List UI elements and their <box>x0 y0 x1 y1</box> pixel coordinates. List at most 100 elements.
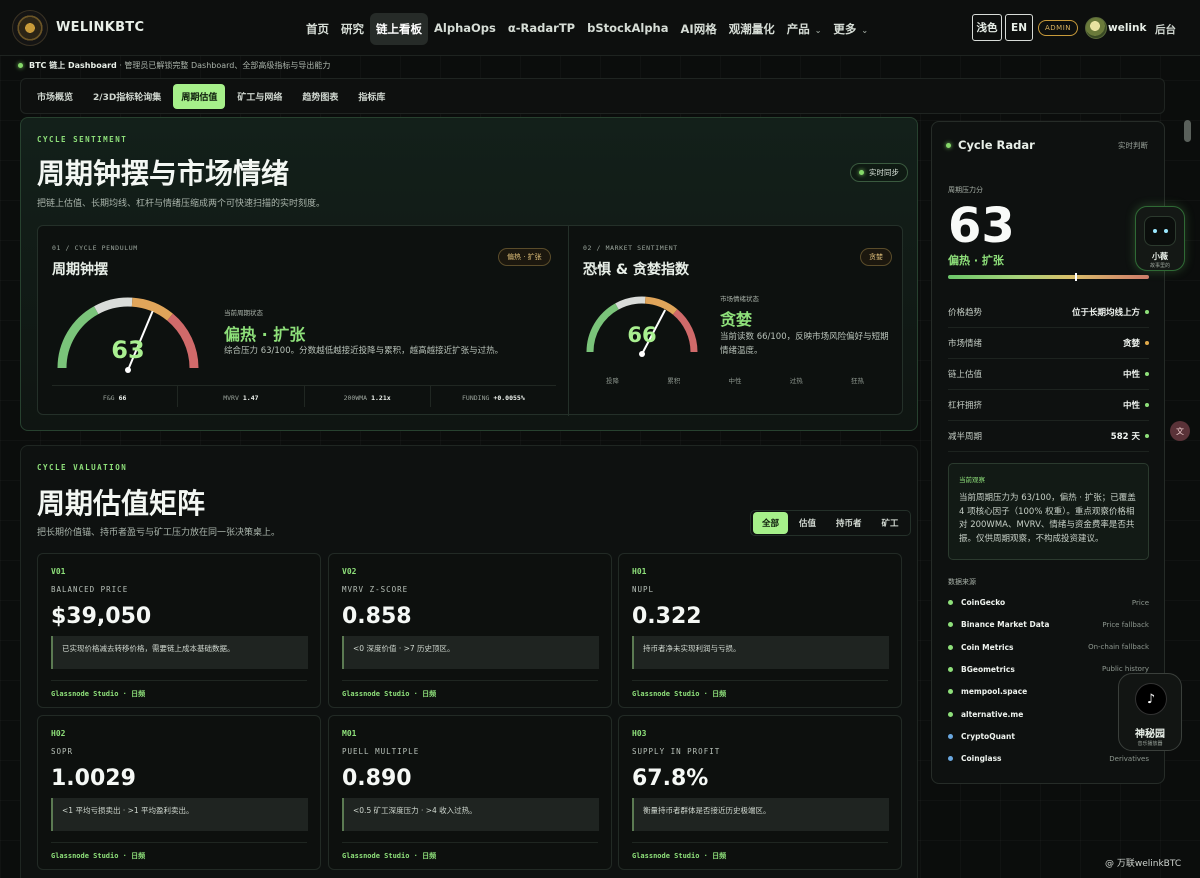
top-navbar: WELINKBTC 首页 研究 链上看板 AlphaOps α-RadarTP bStoc… <box>0 0 1200 56</box>
nav-item-2[interactable]: 链上看板 <box>370 13 428 45</box>
metric-code: V01 <box>51 567 66 576</box>
source-dot-icon <box>948 622 953 628</box>
indicator-label: 减半周期 <box>948 432 983 442</box>
tab-5[interactable]: 指标库 <box>350 84 393 109</box>
sentiment-subtitle: 把链上估值、长期均线、杠杆与情绪压缩成两个可快速扫描的实时刻度。 <box>37 199 326 209</box>
nav-item-3[interactable]: AlphaOps <box>428 13 502 45</box>
fng-state-label: 市场情绪状态 <box>720 295 759 303</box>
theme-toggle-button[interactable]: 浅色 <box>972 14 1002 41</box>
metric-value: 0.322 <box>632 604 702 629</box>
status-dot-icon <box>1145 341 1149 345</box>
metric-name: SUPPLY IN PROFIT <box>632 747 721 756</box>
metric-0: F&G 66 <box>52 386 179 407</box>
username[interactable]: welink <box>1108 22 1146 34</box>
page-scrollbar[interactable] <box>1184 120 1191 142</box>
metric-name: NUPL <box>632 585 655 594</box>
music-widget[interactable]: ♪ 神秘园 音乐播放器 <box>1118 673 1182 751</box>
tab-4[interactable]: 趋势图表 <box>294 84 346 109</box>
source-dot-icon <box>948 600 953 605</box>
pendulum-gauge-value: 63 <box>111 336 144 364</box>
assistant-widget[interactable]: 小薇 故事里的 <box>1135 206 1185 271</box>
cycle-score-state: 偏热 · 扩张 <box>948 254 1004 267</box>
filter-2[interactable]: 持币者 <box>827 512 871 534</box>
valuation-title: 周期估值矩阵 <box>37 487 206 520</box>
nav-item-7[interactable]: 观潮量化 <box>723 13 781 45</box>
metric-card-h01[interactable]: H01 NUPL 0.322 持币者净未实现利润与亏损。 Glassnode Studi… <box>618 553 902 708</box>
metric-card-m01[interactable]: M01 PUELL MULTIPLE 0.890 <0.5 矿工深度压力 · >4 收… <box>328 715 612 870</box>
source-row-1[interactable]: Binance Market Data Price fallback <box>948 620 1149 629</box>
nav-item-8[interactable]: 产品 ⌄ <box>781 13 828 45</box>
source-dot-icon <box>948 733 953 739</box>
nav-item-label: α-RadarTP <box>507 21 576 35</box>
nav-item-5[interactable]: bStockAlpha <box>581 13 674 45</box>
nav-item-label: AlphaOps <box>434 21 496 35</box>
fng-gauge-needle-pivot <box>639 351 645 357</box>
metric-key: FUNDING <box>462 394 490 402</box>
source-row-0[interactable]: CoinGecko Price <box>948 598 1149 607</box>
indicator-label: 市场情绪 <box>948 339 983 349</box>
sentiment-eyebrow: CYCLE SENTIMENT <box>37 135 128 144</box>
live-sync-badge[interactable]: 实时同步 <box>850 163 908 182</box>
metric-source: Glassnode Studio · 日频 <box>632 680 888 699</box>
language-button[interactable]: EN <box>1005 14 1033 41</box>
nav-item-6[interactable]: AI网格 <box>675 13 723 45</box>
radar-live-label: 实时判断 <box>1118 141 1148 150</box>
brand-name[interactable]: WELINKBTC <box>56 20 144 35</box>
tab-0[interactable]: 市场概览 <box>29 84 81 109</box>
metric-value: 66 <box>118 394 127 402</box>
robot-icon <box>1144 216 1176 246</box>
metric-card-v01[interactable]: V01 BALANCED PRICE $39,050 已实现价格减去转移价格，需要链上… <box>37 553 321 708</box>
tab-3[interactable]: 矿工与网络 <box>229 84 290 109</box>
brand-logo-icon[interactable] <box>12 10 48 46</box>
nav-item-9[interactable]: 更多 ⌄ <box>827 13 874 45</box>
source-name-text: BGeometrics <box>961 664 1015 674</box>
pendulum-gauge-needle-pivot <box>125 367 131 373</box>
source-name: Coin Metrics <box>948 643 1014 652</box>
breadcrumb-title: BTC 链上 Dashboard <box>29 61 117 70</box>
nav-item-label: bStockAlpha <box>587 21 669 35</box>
fng-gauge-arc-2 <box>644 296 678 315</box>
metric-card-h03[interactable]: H03 SUPPLY IN PROFIT 67.8% 衡量持币者群体是否接近历史极端区… <box>618 715 902 870</box>
filter-3[interactable]: 矿工 <box>873 512 908 534</box>
valuation-subtitle: 把长期价值锚、持币者盈亏与矿工压力放在同一张决策桌上。 <box>37 528 281 538</box>
pendulum-state-value: 偏热 · 扩张 <box>224 325 306 344</box>
assistant-name: 小薇 <box>1152 252 1168 261</box>
pendulum-gauge-arc-1 <box>94 297 133 315</box>
indicator-value: 中性 <box>1123 368 1149 380</box>
user-avatar[interactable] <box>1085 17 1107 39</box>
tab-1[interactable]: 2/3D指标轮询集 <box>85 84 169 109</box>
source-kind: On-chain fallback <box>1088 643 1149 652</box>
live-sync-label: 实时同步 <box>869 168 899 177</box>
pendulum-gauge-arc-0 <box>57 306 99 369</box>
filter-1[interactable]: 估值 <box>790 512 825 534</box>
backstage-link[interactable]: 后台 <box>1155 22 1176 37</box>
pendulum-metrics: F&G 66 MVRV 1.47 200WMA 1.21x FUNDING +0.0055% <box>52 385 556 407</box>
chevron-down-icon: ⌄ <box>814 26 822 35</box>
nav-item-4[interactable]: α-RadarTP <box>502 13 581 45</box>
breadcrumb-text: · 管理员已解锁完整 Dashboard、全部高级指标与导出能力 <box>119 61 331 70</box>
indicator-value-text: 贪婪 <box>1122 339 1140 349</box>
indicator-label: 链上估值 <box>948 370 983 380</box>
source-row-7[interactable]: Coinglass Derivatives <box>948 754 1149 763</box>
nav-item-1[interactable]: 研究 <box>335 13 370 45</box>
source-name: Coinglass <box>948 754 1002 763</box>
source-name-text: Coin Metrics <box>961 642 1014 652</box>
metric-note: <1 平均亏损卖出 · >1 平均盈利卖出。 <box>51 798 308 831</box>
metric-name: MVRV Z-SCORE <box>342 585 409 594</box>
nav-item-label: 更多 <box>833 22 857 36</box>
sentiment-title: 周期钟摆与市场情绪 <box>37 157 290 190</box>
nav-item-0[interactable]: 首页 <box>300 13 335 45</box>
admin-badge: ADMIN <box>1038 20 1079 36</box>
metric-card-v02[interactable]: V02 MVRV Z-SCORE 0.858 <0 深度价值 · >7 历史顶区。 Gl… <box>328 553 612 708</box>
source-row-3[interactable]: BGeometrics Public history <box>948 665 1149 674</box>
source-row-2[interactable]: Coin Metrics On-chain fallback <box>948 643 1149 652</box>
metric-value: 67.8% <box>632 766 709 791</box>
metric-code: M01 <box>342 729 357 738</box>
metric-source: Glassnode Studio · 日频 <box>342 680 598 699</box>
tab-2[interactable]: 周期估值 <box>173 83 226 109</box>
filter-0[interactable]: 全部 <box>753 512 789 534</box>
metric-note: <0.5 矿工深度压力 · >4 收入过热。 <box>342 798 599 831</box>
translate-icon[interactable]: 文 <box>1170 421 1190 441</box>
chevron-down-icon: ⌄ <box>861 26 869 35</box>
metric-card-h02[interactable]: H02 SOPR 1.0029 <1 平均亏损卖出 · >1 平均盈利卖出。 Glass… <box>37 715 321 870</box>
